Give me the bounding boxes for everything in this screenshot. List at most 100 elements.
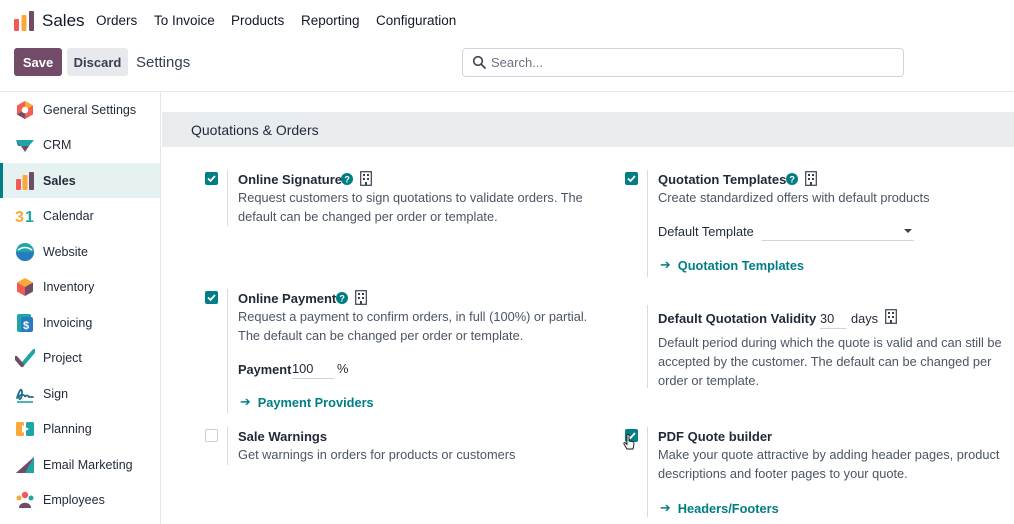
checkmark-icon xyxy=(627,175,636,183)
divider xyxy=(647,305,648,388)
sidebar-item-planning[interactable]: Planning xyxy=(0,412,160,447)
sales-app-logo-icon[interactable] xyxy=(13,10,35,32)
sales-icon xyxy=(16,171,34,190)
invoicing-icon: $ xyxy=(17,313,33,332)
pdf-quote-builder-title: PDF Quote builder xyxy=(658,429,773,444)
pdf-quote-builder-description: Make your quote attractive by adding hea… xyxy=(658,447,1000,462)
sidebar-item-label: CRM xyxy=(43,138,72,152)
default-template-select[interactable] xyxy=(762,223,914,241)
chevron-down-icon xyxy=(904,229,912,233)
sidebar-item-label: Sales xyxy=(43,173,76,188)
sidebar-item-invoicing[interactable]: $ Invoicing xyxy=(0,305,160,340)
sidebar-item-general-settings[interactable]: General Settings xyxy=(0,92,160,127)
menu-configuration[interactable]: Configuration xyxy=(376,13,456,28)
breadcrumb: Settings xyxy=(136,54,191,71)
search-input[interactable] xyxy=(491,50,891,75)
online-payment-description: Request a payment to confirm orders, in … xyxy=(238,309,588,324)
sidebar-item-sign[interactable]: Sign xyxy=(0,376,160,411)
settings-sidebar: General Settings CRM Sales 3 1 Calendar … xyxy=(0,92,161,524)
general-settings-icon xyxy=(17,100,33,119)
quotation-validity-description: accepted by the customer. The default ca… xyxy=(658,354,992,369)
online-payment-title: Online Payment xyxy=(238,291,337,306)
inventory-icon xyxy=(17,278,33,296)
save-button[interactable]: Save xyxy=(14,48,62,76)
quotation-validity-description: Default period during which the quote is… xyxy=(658,335,1002,350)
online-payment-description: The default can be changed per order or … xyxy=(238,328,524,343)
quotation-validity-unit: days xyxy=(851,311,879,326)
svg-text:?: ? xyxy=(789,175,795,185)
quotation-templates-link[interactable]: ➔ Quotation Templates xyxy=(660,257,804,273)
online-signature-description: default can be changed per order or temp… xyxy=(238,209,498,224)
link-label: Quotation Templates xyxy=(677,257,805,273)
crm-icon xyxy=(16,140,34,152)
help-icon[interactable]: ? xyxy=(786,173,798,185)
divider xyxy=(227,170,228,226)
sidebar-item-website[interactable]: Website xyxy=(0,234,160,269)
checkmark-icon xyxy=(207,294,216,302)
sidebar-item-employees[interactable]: Employees xyxy=(0,483,160,518)
building-icon xyxy=(360,171,372,186)
quotation-validity-input[interactable]: 30 xyxy=(820,311,846,329)
building-icon xyxy=(805,171,817,186)
arrow-right-icon: ➔ xyxy=(660,257,671,272)
divider xyxy=(227,289,228,413)
menu-reporting[interactable]: Reporting xyxy=(301,13,360,28)
help-icon[interactable]: ? xyxy=(341,173,353,185)
sign-icon xyxy=(16,388,34,403)
default-template-label: Default Template xyxy=(658,224,754,239)
sidebar-item-label: Inventory xyxy=(43,280,95,294)
sale-warnings-title: Sale Warnings xyxy=(238,429,328,444)
sidebar-item-label: Project xyxy=(43,351,82,365)
help-icon[interactable]: ? xyxy=(336,292,348,304)
sidebar-item-label: Invoicing xyxy=(43,315,93,330)
divider xyxy=(227,427,228,465)
svg-text:3: 3 xyxy=(15,209,24,226)
menu-orders[interactable]: Orders xyxy=(96,13,137,28)
sidebar-item-sales[interactable]: Sales xyxy=(0,163,160,198)
discard-button[interactable]: Discard xyxy=(67,48,128,76)
svg-text:1: 1 xyxy=(25,209,34,226)
sidebar-item-label: Employees xyxy=(43,493,105,507)
calendar-icon: 3 1 xyxy=(15,209,34,226)
sidebar-item-project[interactable]: Project xyxy=(0,341,160,376)
headers-footers-link[interactable]: ➔ Headers/Footers xyxy=(660,500,779,516)
sidebar-item-email-marketing[interactable]: Email Marketing xyxy=(0,447,160,482)
sidebar-item-label: Sign xyxy=(43,386,69,401)
payment-label: Payment xyxy=(238,362,292,377)
checkmark-icon xyxy=(207,175,216,183)
online-signature-title: Online Signature xyxy=(238,172,343,187)
employees-icon xyxy=(16,491,34,508)
sidebar-item-label: Website xyxy=(43,244,88,259)
planning-icon xyxy=(16,422,34,436)
svg-text:?: ? xyxy=(339,294,345,304)
project-icon xyxy=(15,349,35,367)
search-icon xyxy=(472,55,486,69)
sale-warnings-checkbox[interactable] xyxy=(205,429,218,442)
online-signature-checkbox[interactable] xyxy=(205,172,218,185)
sale-warnings-description: Get warnings in orders for products or c… xyxy=(238,447,516,462)
menu-to-invoice[interactable]: To Invoice xyxy=(154,13,215,28)
search-box[interactable] xyxy=(462,48,904,77)
link-label: Headers/Footers xyxy=(677,500,779,516)
top-navbar: Sales Orders To Invoice Products Reporti… xyxy=(0,0,1014,42)
payment-providers-link[interactable]: ➔ Payment Providers xyxy=(240,394,374,410)
building-icon xyxy=(885,309,897,324)
sidebar-item-label: Calendar xyxy=(43,209,94,223)
menu-products[interactable]: Products xyxy=(231,13,284,28)
online-payment-checkbox[interactable] xyxy=(205,291,218,304)
quotation-templates-checkbox[interactable] xyxy=(625,172,638,185)
payment-percent-input[interactable]: 100 xyxy=(292,361,334,379)
sidebar-item-calendar[interactable]: 3 1 Calendar xyxy=(0,199,160,234)
sidebar-item-inventory[interactable]: Inventory xyxy=(0,270,160,305)
sidebar-item-label: Planning xyxy=(43,422,92,436)
arrow-right-icon: ➔ xyxy=(660,500,671,515)
app-name[interactable]: Sales xyxy=(42,11,85,31)
section-title: Quotations & Orders xyxy=(191,122,319,138)
payment-unit: % xyxy=(337,361,349,376)
link-label: Payment Providers xyxy=(257,394,374,410)
svg-text:$: $ xyxy=(23,320,29,332)
sidebar-item-crm[interactable]: CRM xyxy=(0,128,160,163)
svg-text:?: ? xyxy=(344,175,350,185)
arrow-right-icon: ➔ xyxy=(240,394,251,409)
section-header: Quotations & Orders xyxy=(162,112,1014,147)
